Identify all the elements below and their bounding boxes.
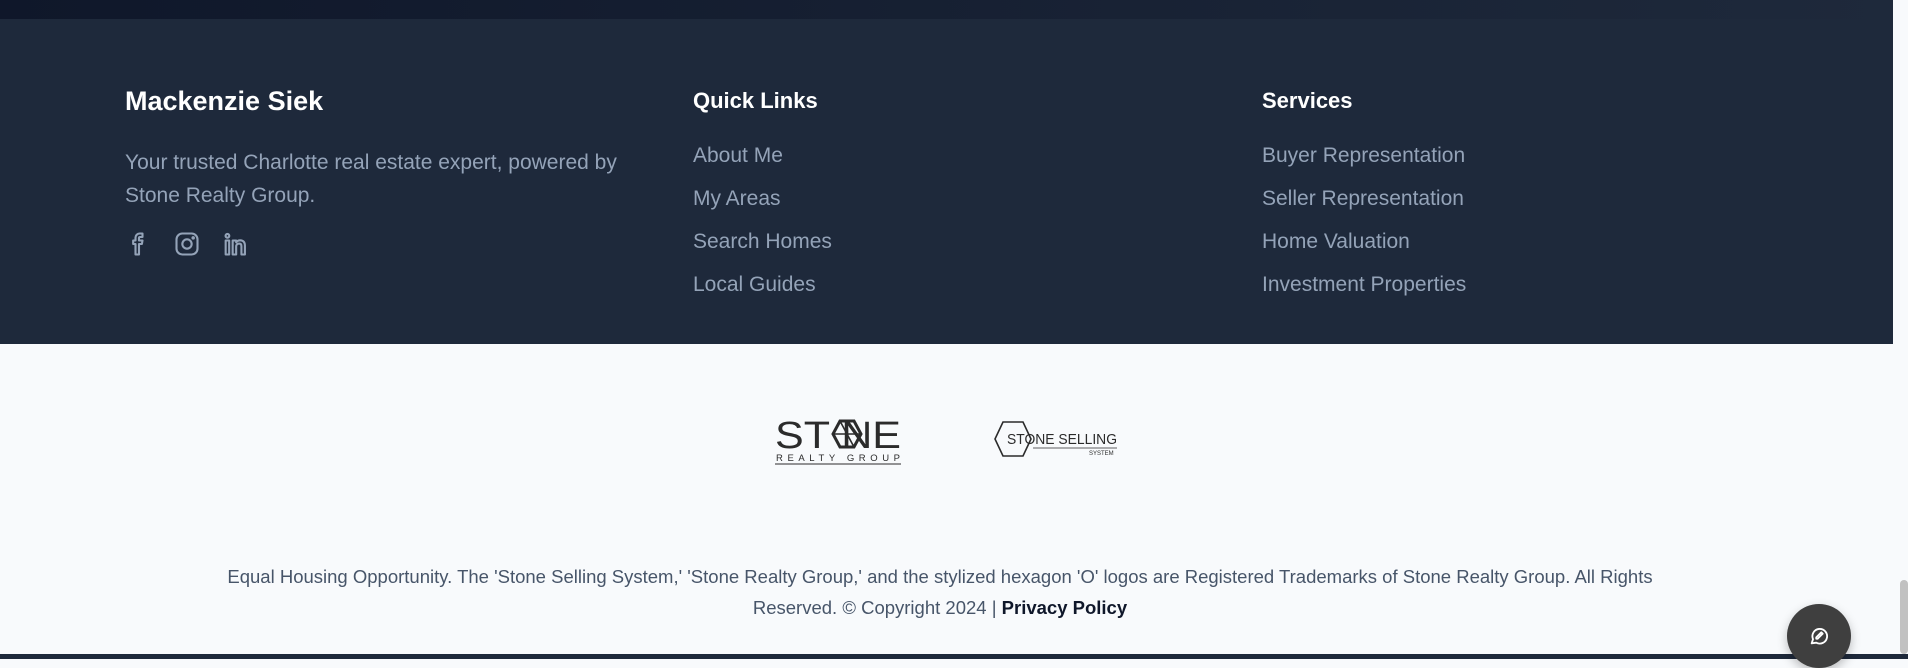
quick-link-search-homes[interactable]: Search Homes	[693, 230, 832, 253]
svg-text:STONE SELLING: STONE SELLING	[1007, 431, 1117, 448]
quick-links-list: About Me My Areas Search Homes Local Gui…	[693, 141, 832, 313]
list-item: About Me	[693, 141, 832, 184]
social-links	[125, 230, 249, 258]
list-item: Buyer Representation	[1262, 141, 1466, 184]
list-item: Investment Properties	[1262, 270, 1466, 313]
site-footer: Mackenzie Siek Your trusted Charlotte re…	[0, 19, 1893, 344]
list-item: My Areas	[693, 184, 832, 227]
svg-text:ST NE: ST NE	[775, 415, 901, 457]
legal-notice: Equal Housing Opportunity. The 'Stone Se…	[200, 561, 1680, 623]
top-strip	[0, 0, 1893, 19]
bottom-strip	[0, 654, 1908, 659]
legal-text: Equal Housing Opportunity. The 'Stone Se…	[227, 566, 1653, 618]
service-link-buyer-representation[interactable]: Buyer Representation	[1262, 144, 1465, 167]
instagram-icon[interactable]	[173, 230, 201, 258]
brand-name: Mackenzie Siek	[125, 86, 324, 116]
service-link-investment-properties[interactable]: Investment Properties	[1262, 273, 1466, 296]
partner-logos: ST NE REALTY GROUP STONE SELLING SYSTEM	[775, 415, 1120, 475]
chat-icon	[1810, 628, 1828, 645]
list-item: Home Valuation	[1262, 227, 1466, 270]
services-list: Buyer Representation Seller Representati…	[1262, 141, 1466, 313]
list-item: Local Guides	[693, 270, 832, 313]
quick-links-title: Quick Links	[693, 88, 818, 113]
quick-link-my-areas[interactable]: My Areas	[693, 187, 781, 210]
svg-text:SYSTEM: SYSTEM	[1089, 451, 1114, 457]
stone-selling-system-logo: STONE SELLING SYSTEM	[994, 421, 1117, 457]
service-link-seller-representation[interactable]: Seller Representation	[1262, 187, 1464, 210]
facebook-icon[interactable]	[125, 230, 153, 258]
quick-link-local-guides[interactable]: Local Guides	[693, 273, 816, 296]
list-item: Seller Representation	[1262, 184, 1466, 227]
brand-tagline: Your trusted Charlotte real estate exper…	[125, 151, 617, 207]
list-item: Search Homes	[693, 227, 832, 270]
quick-link-about-me[interactable]: About Me	[693, 144, 783, 167]
service-link-home-valuation[interactable]: Home Valuation	[1262, 230, 1410, 253]
privacy-policy-link[interactable]: Privacy Policy	[1002, 597, 1127, 618]
linkedin-icon[interactable]	[221, 230, 249, 258]
services-title: Services	[1262, 88, 1353, 113]
chat-button[interactable]	[1787, 604, 1851, 668]
scrollbar-thumb[interactable]	[1900, 580, 1908, 654]
stone-realty-group-logo: ST NE REALTY GROUP	[775, 415, 901, 465]
